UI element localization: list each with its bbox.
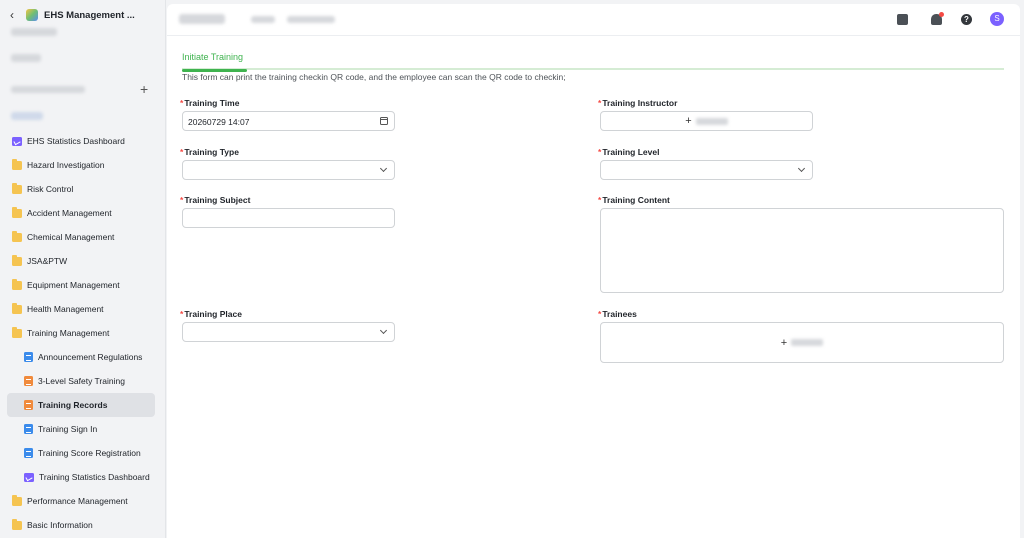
sidebar-item-jsa-ptw[interactable]: JSA&PTW [7, 249, 155, 273]
blurred-text [11, 112, 43, 120]
add-trainees-button[interactable]: + [600, 322, 1004, 363]
training-time-label: *Training Time [180, 98, 240, 108]
blurred-text [11, 86, 85, 93]
main-content: Initiate Training This form can print th… [167, 36, 1020, 538]
sidebar-item-training-sign-in[interactable]: Training Sign In [7, 417, 155, 441]
blurred-breadcrumb[interactable] [251, 16, 275, 23]
sidebar-item-health-management[interactable]: Health Management [7, 297, 155, 321]
sidebar-item-label: Basic Information [27, 520, 93, 530]
folder-icon [12, 326, 22, 338]
training-type-label: *Training Type [180, 147, 239, 157]
folder-icon [12, 158, 22, 170]
sidebar-item-3-level-safety-training[interactable]: 3-Level Safety Training [7, 369, 155, 393]
sidebar-item-hazard-investigation[interactable]: Hazard Investigation [7, 153, 155, 177]
folder-icon [12, 182, 22, 194]
sidebar-item-label: Hazard Investigation [27, 160, 105, 170]
training-content-label: *Training Content [598, 195, 670, 205]
sidebar-item-training-management[interactable]: Training Management [7, 321, 155, 345]
form-icon [24, 400, 33, 410]
document-icon [24, 424, 33, 434]
folder-icon [12, 302, 22, 314]
folder-icon [12, 494, 22, 506]
folder-icon [12, 230, 22, 242]
app-logo [26, 9, 38, 21]
back-arrow-icon[interactable]: ‹ [10, 9, 20, 21]
tab-initiate-training[interactable]: Initiate Training [182, 50, 248, 72]
user-avatar[interactable]: S [990, 12, 1004, 26]
sidebar-item-label: Performance Management [27, 496, 128, 506]
sidebar-item-label: EHS Statistics Dashboard [27, 136, 125, 146]
training-time-value: 20260729 14:07 [188, 117, 250, 127]
dashboard-icon [24, 472, 34, 482]
sidebar-item-announcement-regulations[interactable]: Announcement Regulations [7, 345, 155, 369]
blurred-text [11, 28, 57, 36]
sidebar-item-label: 3-Level Safety Training [38, 376, 125, 386]
chevron-down-icon [797, 164, 806, 173]
sidebar-item-risk-control[interactable]: Risk Control [7, 177, 155, 201]
form-icon [24, 376, 33, 386]
sidebar: ‹ EHS Management ... + EHS Statistics Da… [0, 0, 166, 538]
blurred-text [11, 54, 41, 62]
app-title: EHS Management ... [44, 9, 135, 21]
blurred-button-label [695, 117, 728, 125]
sidebar-item-label: Announcement Regulations [38, 352, 143, 362]
top-bar: ? S [167, 4, 1020, 36]
sidebar-menu: EHS Statistics Dashboard Hazard Investiga… [7, 129, 155, 537]
dashboard-icon [12, 136, 22, 146]
calendar-icon [380, 117, 388, 125]
plus-icon: + [685, 115, 692, 127]
training-level-select[interactable] [600, 160, 813, 180]
sidebar-item-ehs-statistics-dashboard[interactable]: EHS Statistics Dashboard [7, 129, 155, 153]
add-instructor-button[interactable]: + [600, 111, 813, 131]
sidebar-item-label: Accident Management [27, 208, 112, 218]
add-icon[interactable]: + [140, 82, 148, 96]
training-place-label: *Training Place [180, 309, 242, 319]
notification-bell-icon[interactable] [931, 12, 944, 25]
sidebar-toggle-icon[interactable] [897, 14, 908, 25]
folder-icon [12, 254, 22, 266]
sidebar-item-equipment-management[interactable]: Equipment Management [7, 273, 155, 297]
training-level-label: *Training Level [598, 147, 660, 157]
sidebar-item-training-statistics-dashboard[interactable]: Training Statistics Dashboard [7, 465, 155, 489]
training-time-picker[interactable]: 20260729 14:07 [182, 111, 395, 131]
tab-bar: Initiate Training [182, 50, 1004, 72]
sidebar-item-label: JSA&PTW [27, 256, 68, 266]
chevron-down-icon [379, 326, 388, 335]
folder-icon [12, 518, 22, 530]
sidebar-header: ‹ EHS Management ... [10, 8, 160, 22]
training-place-select[interactable] [182, 322, 395, 342]
sidebar-item-performance-management[interactable]: Performance Management [7, 489, 155, 513]
sidebar-item-label: Risk Control [27, 184, 74, 194]
form-description: This form can print the training checkin… [182, 72, 566, 82]
blurred-button-label [791, 339, 824, 346]
sidebar-item-basic-information[interactable]: Basic Information [7, 513, 155, 537]
sidebar-item-label: Training Management [27, 328, 110, 338]
sidebar-item-training-records[interactable]: Training Records [7, 393, 155, 417]
chevron-down-icon [379, 164, 388, 173]
document-icon [24, 448, 33, 458]
sidebar-item-label: Training Records [38, 400, 108, 410]
training-type-select[interactable] [182, 160, 395, 180]
help-icon[interactable]: ? [961, 14, 972, 25]
sidebar-item-label: Training Score Registration [38, 448, 141, 458]
sidebar-item-label: Health Management [27, 304, 104, 314]
blurred-breadcrumb[interactable] [179, 14, 225, 24]
folder-icon [12, 206, 22, 218]
sidebar-item-accident-management[interactable]: Accident Management [7, 201, 155, 225]
sidebar-item-label: Training Sign In [38, 424, 98, 434]
document-icon [24, 352, 33, 362]
trainees-label: *Trainees [598, 309, 637, 319]
training-subject-input[interactable] [182, 208, 395, 228]
training-subject-label: *Training Subject [180, 195, 251, 205]
sidebar-item-label: Chemical Management [27, 232, 115, 242]
sidebar-item-training-score-registration[interactable]: Training Score Registration [7, 441, 155, 465]
folder-icon [12, 278, 22, 290]
sidebar-item-chemical-management[interactable]: Chemical Management [7, 225, 155, 249]
sidebar-item-label: Equipment Management [27, 280, 120, 290]
training-instructor-label: *Training Instructor [598, 98, 678, 108]
blurred-breadcrumb[interactable] [287, 16, 335, 23]
training-content-textarea[interactable] [600, 208, 1004, 293]
sidebar-item-label: Training Statistics Dashboard [39, 472, 150, 482]
plus-icon: + [780, 336, 788, 349]
